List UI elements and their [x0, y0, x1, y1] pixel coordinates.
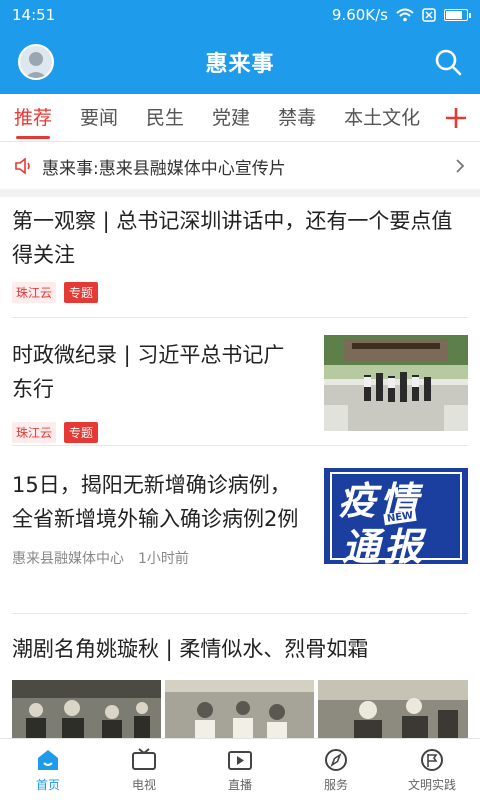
nav-civilization[interactable]: 文明实践: [384, 739, 480, 800]
nav-live[interactable]: 直播: [192, 739, 288, 800]
article-card[interactable]: 15日，揭阳无新增确诊病例，全省新增境外输入确诊病例2例 惠来县融媒体中心 1小…: [12, 446, 468, 614]
sim-icon: [422, 8, 436, 22]
nav-label: 电视: [131, 777, 156, 792]
article-source: 惠来县融媒体中心: [12, 551, 124, 567]
article-card[interactable]: 第一观察 | 总书记深圳讲话中，还有一个要点值得关注 珠江云 专题: [12, 198, 468, 318]
status-time: 14:51: [12, 6, 56, 24]
search-button[interactable]: [432, 46, 464, 78]
app-title: 惠来事: [205, 52, 275, 77]
article-headline: 15日，揭阳无新增确诊病例，全省新增境外输入确诊病例2例: [12, 473, 299, 531]
plus-icon: [446, 108, 466, 128]
article-card[interactable]: 潮剧名角姚璇秋 | 柔情似水、烈骨如霜: [12, 614, 468, 738]
nav-label: 文明实践: [407, 777, 456, 792]
user-avatar[interactable]: [18, 44, 54, 80]
article-thumbnail: [324, 335, 468, 431]
video-icon: [228, 750, 252, 770]
article-thumbnail: 疫情 NEW 通报: [324, 468, 468, 564]
channel-tabs: 推荐 要闻 民生 党建 禁毒 本土文化: [0, 94, 480, 142]
avatar-icon: [24, 52, 48, 78]
search-icon: [435, 49, 462, 76]
article-headline: 时政微纪录 | 习近平总书记广东行: [12, 343, 285, 401]
nav-label: 服务: [323, 777, 348, 792]
nav-service[interactable]: 服务: [288, 739, 384, 800]
article-headline: 潮剧名角姚璇秋 | 柔情似水、烈骨如霜: [12, 637, 369, 661]
compass-icon: [325, 748, 347, 771]
app-header: 惠来事: [0, 30, 480, 94]
nav-label: 首页: [35, 777, 60, 792]
source-tag: 珠江云: [12, 282, 57, 303]
announcement-ticker[interactable]: 惠来事:惠来县融媒体中心宣传片: [0, 143, 480, 197]
nav-tv[interactable]: 电视: [96, 739, 192, 800]
article-headline: 第一观察 | 总书记深圳讲话中，还有一个要点值得关注: [12, 209, 453, 267]
tab-headlines[interactable]: 要闻: [66, 94, 132, 142]
tab-recommend[interactable]: 推荐: [0, 94, 66, 142]
topic-tag: 专题: [64, 282, 99, 303]
source-tag: 珠江云: [12, 422, 57, 443]
nav-home[interactable]: 首页: [0, 739, 96, 800]
article-time: 1小时前: [138, 551, 189, 567]
topic-tag: 专题: [64, 422, 99, 443]
speaker-icon: [15, 157, 30, 175]
tab-livelihood[interactable]: 民生: [132, 94, 198, 142]
home-icon: [38, 749, 58, 770]
wifi-icon: [396, 8, 414, 22]
status-bar: 14:51 9.60K/s: [0, 0, 480, 30]
tab-anti-drug[interactable]: 禁毒: [264, 94, 330, 142]
network-speed: 9.60K/s: [331, 6, 388, 24]
chevron-right-icon: [456, 159, 465, 173]
tab-party[interactable]: 党建: [198, 94, 264, 142]
ticker-text: 惠来事:惠来县融媒体中心宣传片: [42, 158, 286, 179]
battery-icon: [444, 9, 471, 21]
tv-icon: [132, 747, 156, 770]
article-image-strip: [12, 680, 468, 738]
nav-label: 直播: [227, 777, 252, 792]
article-card[interactable]: 时政微纪录 | 习近平总书记广东行 珠江云 专题: [12, 318, 468, 446]
bottom-navigation: 首页 电视 直播 服务 文明实践: [0, 738, 480, 800]
thumbnail-text: 通报: [342, 525, 427, 564]
add-channel-button[interactable]: [440, 100, 472, 136]
tab-local-culture[interactable]: 本土文化: [330, 94, 434, 142]
flag-icon: [421, 748, 443, 771]
